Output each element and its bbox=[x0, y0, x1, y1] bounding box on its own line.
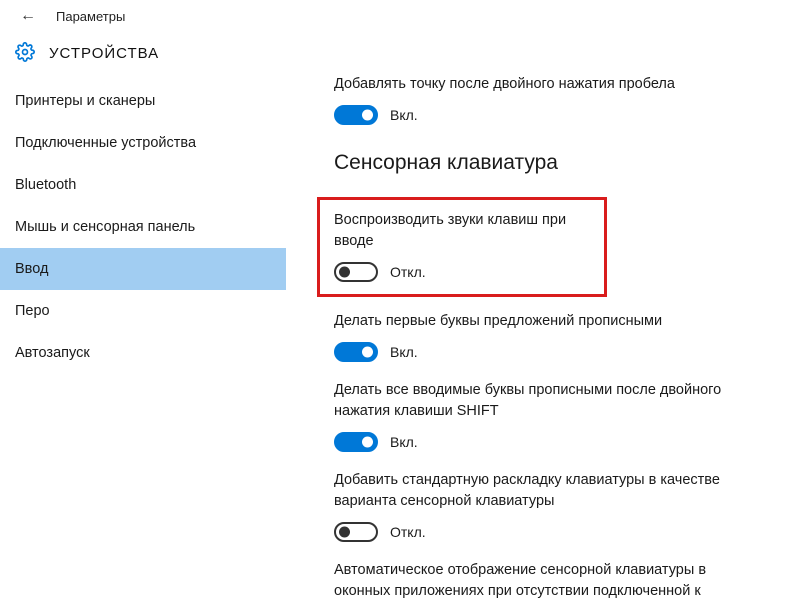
setting-all-caps-double-shift: Делать все вводимые буквы прописными пос… bbox=[334, 380, 759, 452]
toggle-state: Откл. bbox=[390, 264, 426, 280]
sidebar-item-bluetooth[interactable]: Bluetooth bbox=[0, 164, 286, 206]
setting-label: Делать первые буквы предложений прописны… bbox=[334, 311, 759, 332]
setting-label: Добавить стандартную раскладку клавиатур… bbox=[334, 470, 759, 512]
toggle-state: Вкл. bbox=[390, 434, 418, 450]
sidebar-item-pen[interactable]: Перо bbox=[0, 290, 286, 332]
setting-label: Воспроизводить звуки клавиш при вводе bbox=[334, 210, 590, 252]
sidebar-item-printers[interactable]: Принтеры и сканеры bbox=[0, 80, 286, 122]
sidebar-item-label: Подключенные устройства bbox=[15, 135, 196, 151]
title-row: УСТРОЙСТВА bbox=[0, 32, 799, 74]
sidebar-item-typing[interactable]: Ввод bbox=[0, 248, 286, 290]
sidebar: Принтеры и сканеры Подключенные устройст… bbox=[0, 74, 286, 602]
sidebar-item-connected-devices[interactable]: Подключенные устройства bbox=[0, 122, 286, 164]
gear-icon bbox=[15, 42, 35, 65]
section-heading-touch-keyboard: Сенсорная клавиатура bbox=[334, 151, 759, 175]
toggle-state: Вкл. bbox=[390, 107, 418, 123]
toggle-state: Вкл. bbox=[390, 344, 418, 360]
content: Добавлять точку после двойного нажатия п… bbox=[286, 74, 799, 602]
page-title: УСТРОЙСТВА bbox=[49, 45, 159, 62]
sidebar-item-label: Принтеры и сканеры bbox=[15, 93, 155, 109]
toggle-state: Откл. bbox=[390, 524, 426, 540]
highlight-box: Воспроизводить звуки клавиш при вводе От… bbox=[317, 197, 607, 297]
setting-double-space-period: Добавлять точку после двойного нажатия п… bbox=[334, 74, 759, 125]
toggle-play-key-sounds[interactable] bbox=[334, 262, 378, 282]
sidebar-item-label: Bluetooth bbox=[15, 177, 76, 193]
setting-label: Добавлять точку после двойного нажатия п… bbox=[334, 74, 759, 95]
setting-capitalize-sentences: Делать первые буквы предложений прописны… bbox=[334, 311, 759, 362]
sidebar-item-mouse-touchpad[interactable]: Мышь и сенсорная панель bbox=[0, 206, 286, 248]
sidebar-item-autoplay[interactable]: Автозапуск bbox=[0, 332, 286, 374]
setting-label: Автоматическое отображение сенсорной кла… bbox=[334, 560, 759, 602]
sidebar-item-label: Перо bbox=[15, 303, 50, 319]
sidebar-item-label: Автозапуск bbox=[15, 345, 90, 361]
header-title: Параметры bbox=[56, 9, 125, 24]
header: ← Параметры bbox=[0, 0, 799, 32]
setting-label: Делать все вводимые буквы прописными пос… bbox=[334, 380, 759, 422]
toggle-capitalize-sentences[interactable] bbox=[334, 342, 378, 362]
setting-standard-layout: Добавить стандартную раскладку клавиатур… bbox=[334, 470, 759, 542]
setting-auto-show-keyboard: Автоматическое отображение сенсорной кла… bbox=[334, 560, 759, 602]
toggle-double-space-period[interactable] bbox=[334, 105, 378, 125]
toggle-standard-layout[interactable] bbox=[334, 522, 378, 542]
sidebar-item-label: Мышь и сенсорная панель bbox=[15, 219, 195, 235]
sidebar-item-label: Ввод bbox=[15, 261, 48, 277]
toggle-all-caps-double-shift[interactable] bbox=[334, 432, 378, 452]
back-icon[interactable]: ← bbox=[20, 8, 36, 24]
